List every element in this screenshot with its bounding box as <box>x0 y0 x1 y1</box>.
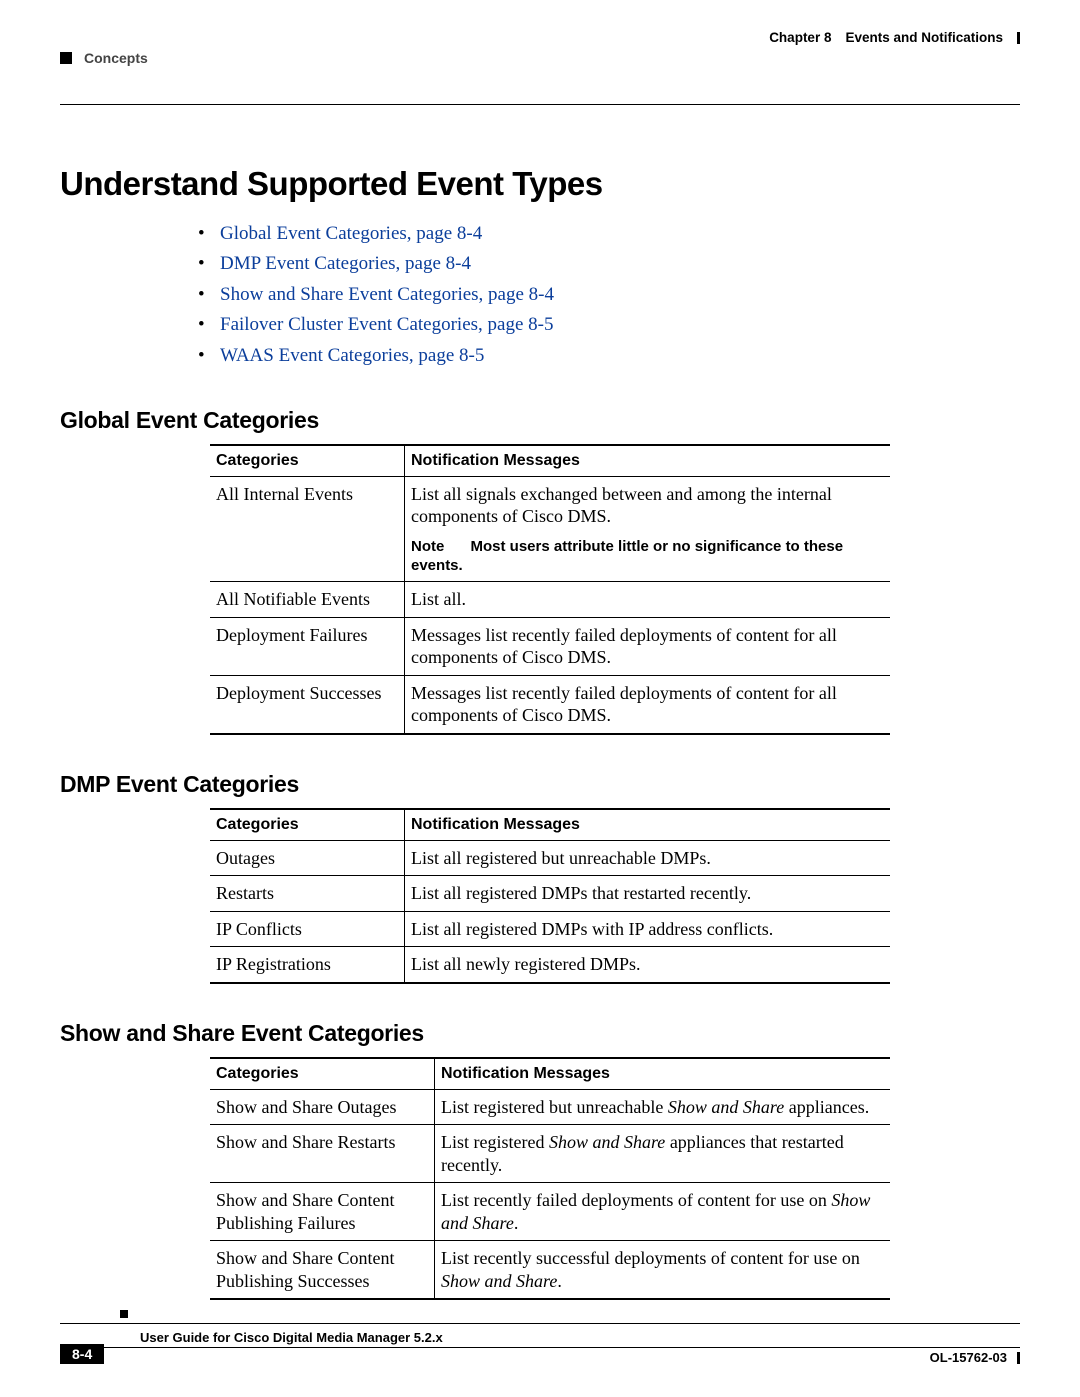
toc-link[interactable]: Failover Cluster Event Categories, page … <box>220 314 553 335</box>
note-text: Most users attribute little or no signif… <box>411 538 843 574</box>
th-categories: Categories <box>210 809 405 841</box>
cell-italic: Show and Share <box>441 1271 557 1291</box>
cell-message: List all registered DMPs that restarted … <box>405 876 891 912</box>
table-row: Show and Share Content Publishing Succes… <box>210 1241 890 1300</box>
toc-item: Show and Share Event Categories, page 8-… <box>220 280 1020 310</box>
footer-guide-title: User Guide for Cisco Digital Media Manag… <box>140 1330 1020 1345</box>
table-row: IP Registrations List all newly register… <box>210 947 890 983</box>
cell-category: Show and Share Restarts <box>210 1125 435 1183</box>
cell-message: Messages list recently failed deployment… <box>405 617 891 675</box>
cell-message: List registered Show and Share appliance… <box>435 1125 891 1183</box>
table-row: All Internal Events List all signals exc… <box>210 476 890 582</box>
toc-item: Global Event Categories, page 8-4 <box>220 219 1020 249</box>
cell-category: Show and Share Content Publishing Succes… <box>210 1241 435 1300</box>
cell-pre: List recently successful deployments of … <box>441 1248 860 1268</box>
heading-show: Show and Share Event Categories <box>60 1020 1020 1047</box>
th-categories: Categories <box>210 1058 435 1090</box>
page-number: 8-4 <box>60 1344 104 1364</box>
cell-category: IP Conflicts <box>210 911 405 947</box>
table-dmp: Categories Notification Messages Outages… <box>210 808 890 984</box>
cell-pre: List registered <box>441 1132 549 1152</box>
toc-item: DMP Event Categories, page 8-4 <box>220 249 1020 279</box>
cell-post: appliances. <box>784 1097 869 1117</box>
table-row: IP Conflicts List all registered DMPs wi… <box>210 911 890 947</box>
table-row: Deployment Failures Messages list recent… <box>210 617 890 675</box>
th-messages: Notification Messages <box>435 1058 891 1090</box>
table-show: Categories Notification Messages Show an… <box>210 1057 890 1301</box>
cell-pre: List registered but unreachable <box>441 1097 668 1117</box>
cell-post: . <box>514 1213 519 1233</box>
th-categories: Categories <box>210 445 405 477</box>
cell-message: List all registered DMPs with IP address… <box>405 911 891 947</box>
running-header: Concepts Chapter 8 Events and Notificati… <box>60 30 1020 66</box>
header-right: Chapter 8 Events and Notifications <box>769 30 1020 45</box>
vertical-bar-icon <box>1017 32 1020 44</box>
cell-message: List all registered but unreachable DMPs… <box>405 840 891 876</box>
heading-global: Global Event Categories <box>60 407 1020 434</box>
cell-message: List all signals exchanged between and a… <box>405 476 891 582</box>
cell-message: List recently successful deployments of … <box>435 1241 891 1300</box>
table-row: Outages List all registered but unreacha… <box>210 840 890 876</box>
cell-category: Deployment Failures <box>210 617 405 675</box>
table-row: Restarts List all registered DMPs that r… <box>210 876 890 912</box>
toc-link[interactable]: WAAS Event Categories, page 8-5 <box>220 345 484 366</box>
cell-pre: List recently failed deployments of cont… <box>441 1190 831 1210</box>
cell-category: All Internal Events <box>210 476 405 582</box>
cell-category: Deployment Successes <box>210 675 405 734</box>
cell-category: Show and Share Outages <box>210 1089 435 1125</box>
heading-dmp: DMP Event Categories <box>60 771 1020 798</box>
cell-category: IP Registrations <box>210 947 405 983</box>
cell-post: . <box>557 1271 562 1291</box>
footer-row: 8-4 OL-15762-03 <box>60 1347 1020 1365</box>
cell-message: List recently failed deployments of cont… <box>435 1183 891 1241</box>
table-row: Show and Share Content Publishing Failur… <box>210 1183 890 1241</box>
note-label: Note <box>411 538 444 555</box>
cell-message: List registered but unreachable Show and… <box>435 1089 891 1125</box>
toc-link[interactable]: Global Event Categories, page 8-4 <box>220 223 482 244</box>
cell-message-text: List all signals exchanged between and a… <box>411 484 832 527</box>
th-messages: Notification Messages <box>405 445 891 477</box>
table-row: Show and Share Restarts List registered … <box>210 1125 890 1183</box>
toc-link[interactable]: Show and Share Event Categories, page 8-… <box>220 284 554 305</box>
note: Note Most users attribute little or no s… <box>411 538 882 576</box>
header-rule <box>60 104 1020 105</box>
cell-category: Show and Share Content Publishing Failur… <box>210 1183 435 1241</box>
header-chapter-title: Events and Notifications <box>845 30 1003 45</box>
header-chapter-number: Chapter 8 <box>769 30 831 45</box>
th-messages: Notification Messages <box>405 809 891 841</box>
doc-id-text: OL-15762-03 <box>930 1350 1007 1365</box>
cell-message: Messages list recently failed deployment… <box>405 675 891 734</box>
footer-rule-top <box>60 1323 1020 1324</box>
page: Concepts Chapter 8 Events and Notificati… <box>0 0 1080 1397</box>
cell-message: List all. <box>405 582 891 618</box>
toc-list: Global Event Categories, page 8-4 DMP Ev… <box>220 219 1020 371</box>
bullet-icon <box>60 52 72 64</box>
page-footer: User Guide for Cisco Digital Media Manag… <box>60 1305 1020 1365</box>
footer-block-icon <box>120 1310 128 1318</box>
table-row: Show and Share Outages List registered b… <box>210 1089 890 1125</box>
cell-category: All Notifiable Events <box>210 582 405 618</box>
table-row: Deployment Successes Messages list recen… <box>210 675 890 734</box>
toc-item: Failover Cluster Event Categories, page … <box>220 310 1020 340</box>
table-global: Categories Notification Messages All Int… <box>210 444 890 735</box>
cell-category: Restarts <box>210 876 405 912</box>
cell-italic: Show and Share <box>549 1132 665 1152</box>
table-row: All Notifiable Events List all. <box>210 582 890 618</box>
cell-message: List all newly registered DMPs. <box>405 947 891 983</box>
cell-italic: Show and Share <box>668 1097 784 1117</box>
header-section-label: Concepts <box>84 50 148 66</box>
toc-link[interactable]: DMP Event Categories, page 8-4 <box>220 253 471 274</box>
page-title: Understand Supported Event Types <box>60 165 1020 203</box>
vertical-bar-icon <box>1017 1352 1020 1364</box>
doc-id: OL-15762-03 <box>930 1350 1020 1365</box>
toc-item: WAAS Event Categories, page 8-5 <box>220 341 1020 371</box>
cell-category: Outages <box>210 840 405 876</box>
header-left: Concepts <box>60 50 148 66</box>
